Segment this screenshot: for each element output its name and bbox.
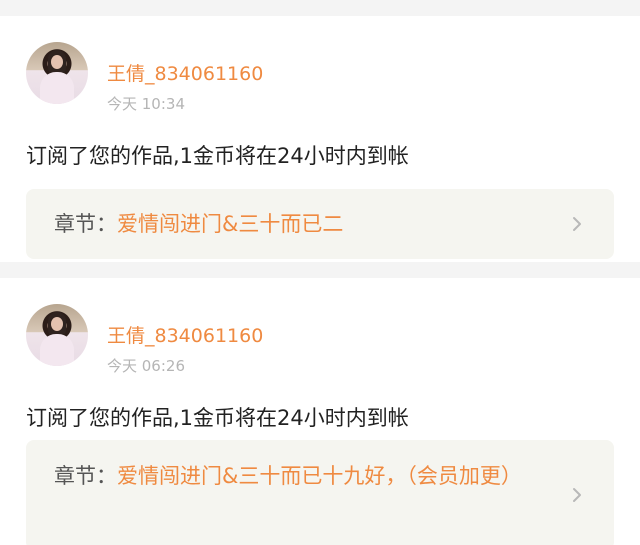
avatar[interactable] (26, 42, 88, 104)
avatar[interactable] (26, 304, 88, 366)
chapter-text: 章节：爱情闯进门&三十而已十九好，（会员加更） (54, 458, 544, 494)
notification-header: 王倩_834061160 今天 10:34 (26, 16, 614, 113)
notification-message: 订阅了您的作品,1金币将在24小时内到帐 (26, 406, 409, 430)
notification-card: 王倩_834061160 今天 06:26 订阅了您的作品,1金币将在24小时内… (0, 278, 640, 545)
chapter-title: 爱情闯进门&三十而已二 (117, 212, 344, 236)
avatar-robe (40, 72, 74, 104)
top-gap (0, 0, 640, 16)
notification-feed: 王倩_834061160 今天 10:34 订阅了您的作品,1金币将在24小时内… (0, 0, 640, 545)
timestamp: 今天 06:26 (107, 357, 185, 375)
avatar-robe (40, 334, 74, 366)
avatar-face (51, 317, 63, 331)
username[interactable]: 王倩_834061160 (107, 63, 263, 85)
notification-card: 王倩_834061160 今天 10:34 订阅了您的作品,1金币将在24小时内… (0, 16, 640, 262)
chapter-link[interactable]: 章节：爱情闯进门&三十而已十九好，（会员加更） (26, 440, 614, 545)
chapter-link[interactable]: 章节：爱情闯进门&三十而已二 (26, 189, 614, 259)
username[interactable]: 王倩_834061160 (107, 325, 263, 347)
chevron-right-icon (568, 486, 586, 504)
card-separator (0, 262, 640, 278)
chevron-right-icon (568, 215, 586, 233)
notification-header: 王倩_834061160 今天 06:26 (26, 278, 614, 375)
chapter-title: 爱情闯进门&三十而已十九好，（会员加更） (117, 464, 522, 488)
chapter-text: 章节：爱情闯进门&三十而已二 (54, 206, 544, 242)
chapter-prefix: 章节： (54, 212, 117, 236)
chapter-prefix: 章节： (54, 464, 117, 488)
notification-message: 订阅了您的作品,1金币将在24小时内到帐 (26, 144, 409, 168)
timestamp: 今天 10:34 (107, 95, 185, 113)
avatar-face (51, 55, 63, 69)
